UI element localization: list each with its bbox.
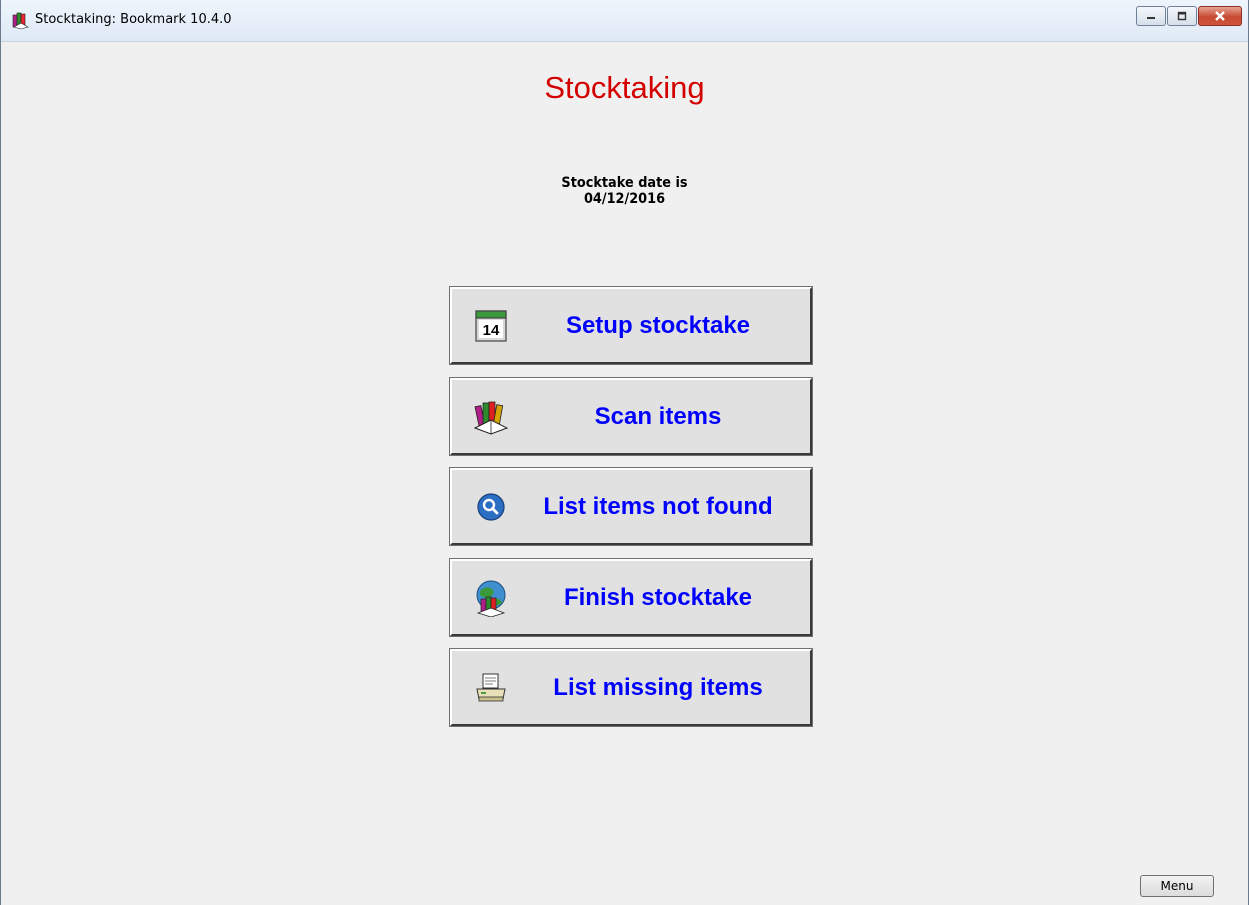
- menu-button[interactable]: Menu: [1140, 875, 1214, 897]
- title-bar[interactable]: Stocktaking: Bookmark 10.4.0: [1, 0, 1248, 42]
- globe-books-icon: [476, 580, 506, 617]
- setup-stocktake-button[interactable]: 14 Setup stocktake: [449, 286, 813, 365]
- restore-icon: [1177, 11, 1187, 21]
- list-missing-items-label: List missing items: [553, 673, 763, 701]
- finish-stocktake-label: Finish stocktake: [563, 583, 753, 611]
- close-button[interactable]: [1198, 6, 1242, 26]
- list-items-not-found-button[interactable]: List items not found: [449, 467, 813, 546]
- app-window: Stocktaking: Bookmark 10.4.0 Stocktaking…: [0, 0, 1249, 905]
- books-icon: [12, 12, 29, 30]
- maximize-button[interactable]: [1167, 6, 1197, 26]
- stocktake-date-value: 04/12/2016: [583, 191, 666, 207]
- calendar-icon: 14: [475, 310, 507, 342]
- list-items-not-found-label: List items not found: [543, 492, 773, 520]
- magnifier-icon: [477, 493, 505, 521]
- caption-buttons: [1135, 6, 1242, 28]
- scan-items-label: Scan items: [594, 402, 722, 430]
- stocktake-date-label: Stocktake date is: [561, 175, 688, 191]
- stocktake-date-info: Stocktake date is 04/12/2016: [51, 175, 1198, 207]
- books-icon: [473, 401, 509, 435]
- scan-items-button[interactable]: Scan items: [449, 377, 813, 456]
- minimize-icon: [1147, 17, 1155, 19]
- minimize-button[interactable]: [1136, 6, 1166, 26]
- page-title: Stocktaking: [544, 70, 705, 105]
- window-title: Stocktaking: Bookmark 10.4.0: [35, 12, 232, 27]
- close-icon: [1215, 11, 1225, 21]
- printer-icon: [476, 673, 506, 702]
- setup-stocktake-label: Setup stocktake: [565, 311, 751, 339]
- calendar-icon-number: 14: [483, 322, 500, 339]
- finish-stocktake-button[interactable]: Finish stocktake: [449, 558, 813, 637]
- list-missing-items-button[interactable]: List missing items: [449, 648, 813, 727]
